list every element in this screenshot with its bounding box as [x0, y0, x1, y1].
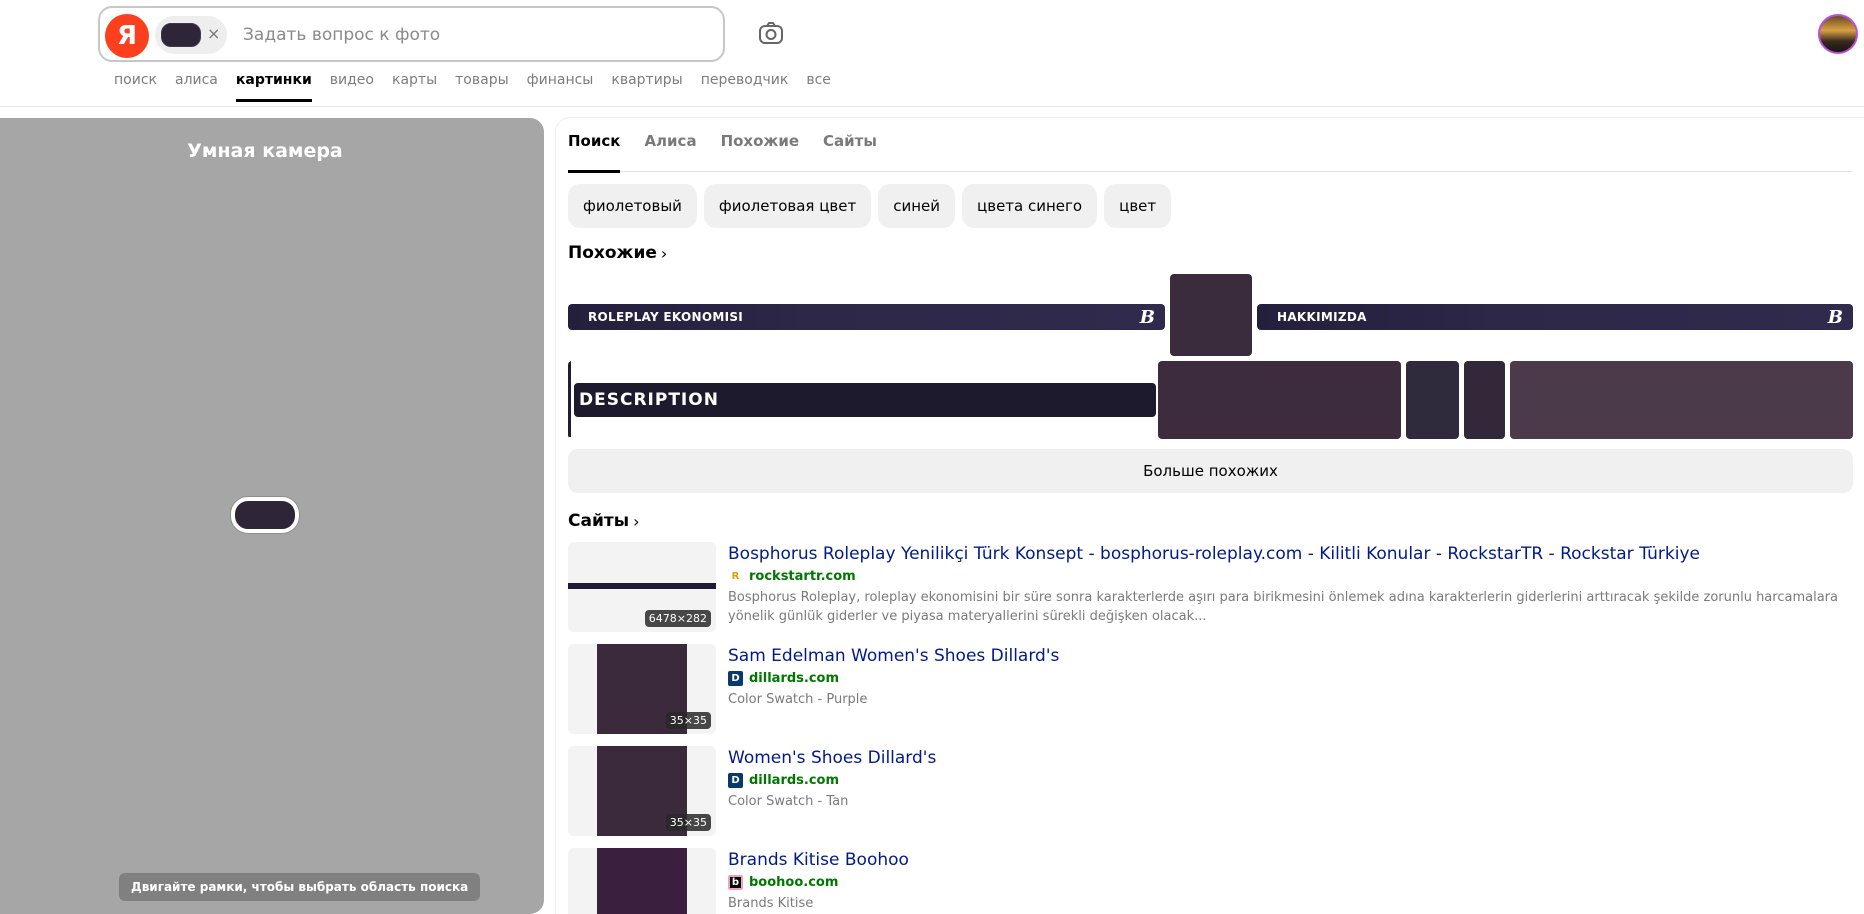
chevron-right-icon: ›	[633, 511, 640, 531]
avatar[interactable]	[1818, 14, 1858, 54]
site-domain: boohoo.com	[749, 875, 839, 890]
tag-chip[interactable]: фиолетовая цвет	[703, 184, 872, 228]
tag-chip[interactable]: фиолетовый	[568, 184, 697, 228]
similar-image[interactable]: ROLEPLAY EKONOMISI B	[568, 304, 1165, 330]
similar-title-text: Похожие	[568, 243, 657, 263]
site-result: 35×35 Sam Edelman Women's Shoes Dillard'…	[568, 644, 1853, 734]
photo-chip[interactable]: ×	[155, 16, 227, 54]
site-title-link[interactable]: Women's Shoes Dillard's	[728, 748, 936, 768]
crop-hint: Двигайте рамки, чтобы выбрать область по…	[119, 873, 481, 901]
tag-chip[interactable]: синей	[878, 184, 956, 228]
thumbnail-image	[568, 583, 716, 589]
dillards-favicon-icon: D	[728, 773, 743, 788]
nav-item-alice[interactable]: алиса	[175, 72, 218, 102]
crop-frame[interactable]	[231, 497, 299, 533]
site-description: Color Swatch - Purple	[728, 692, 868, 707]
site-result: Brands Kitise Boohoo b boohoo.com Brands…	[568, 848, 1853, 914]
similar-section-title[interactable]: Похожие ›	[568, 243, 667, 263]
site-domain-link[interactable]: D dillards.com	[728, 671, 839, 686]
site-title-link[interactable]: Bosphorus Roleplay Yenilikçi Türk Konsep…	[728, 544, 1700, 564]
image-dimensions: 35×35	[665, 712, 711, 729]
tab-search[interactable]: Поиск	[568, 132, 621, 173]
decor-line	[568, 361, 571, 437]
sites-section-title[interactable]: Сайты ›	[568, 511, 640, 531]
site-description: Color Swatch - Tan	[728, 794, 849, 809]
site-domain: dillards.com	[749, 773, 840, 788]
description-banner: DESCRIPTION	[574, 383, 1156, 417]
site-description: Bosphorus Roleplay, roleplay ekonomisini…	[728, 590, 1838, 624]
nav-item-search[interactable]: поиск	[114, 72, 157, 102]
camera-icon[interactable]	[756, 19, 786, 49]
nav-item-realty[interactable]: квартиры	[611, 72, 682, 102]
site-domain: dillards.com	[749, 671, 840, 686]
tag-chip[interactable]: цвет	[1104, 184, 1172, 228]
tab-sites[interactable]: Сайты	[823, 132, 877, 172]
chevron-right-icon: ›	[660, 243, 668, 263]
image-dimensions: 6478×282	[644, 610, 711, 627]
site-thumbnail[interactable]: 35×35	[568, 746, 716, 836]
similar-image[interactable]	[1170, 274, 1252, 356]
search-bar[interactable]: Я ×	[98, 6, 725, 62]
nav-item-finance[interactable]: финансы	[527, 72, 594, 102]
thumbnail-image	[597, 848, 687, 914]
yandex-logo[interactable]: Я	[105, 14, 149, 58]
similar-image[interactable]: DESCRIPTION	[568, 361, 1156, 439]
nav-item-video[interactable]: видео	[330, 72, 374, 102]
site-result: 35×35 Women's Shoes Dillard's D dillards…	[568, 746, 1853, 836]
banner-text: ROLEPLAY EKONOMISI	[588, 310, 744, 324]
sites-title-text: Сайты	[568, 511, 630, 531]
nav-item-translator[interactable]: переводчик	[701, 72, 789, 102]
tag-chip[interactable]: цвета синего	[962, 184, 1098, 228]
site-thumbnail[interactable]: 35×35	[568, 644, 716, 734]
nav-item-maps[interactable]: карты	[392, 72, 437, 102]
nav-item-all[interactable]: все	[806, 72, 831, 102]
tag-list: фиолетовый фиолетовая цвет синей цвета с…	[568, 184, 1172, 228]
similar-image[interactable]	[1464, 361, 1505, 439]
site-thumbnail[interactable]: 6478×282	[568, 542, 716, 632]
result-tabs: Поиск Алиса Похожие Сайты	[568, 132, 1853, 173]
similar-image[interactable]	[1158, 361, 1401, 439]
smart-camera-panel: Умная камера Двигайте рамки, чтобы выбра…	[0, 118, 544, 914]
site-description: Brands Kitise	[728, 896, 814, 911]
header: Я × поиск алиса картинки видео карты тов…	[0, 0, 1864, 107]
similar-image[interactable]: HAKKIMIZDA B	[1257, 304, 1853, 330]
camera-title: Умная камера	[187, 140, 343, 162]
site-result: 6478×282 Bosphorus Roleplay Yenilikçi Tü…	[568, 542, 1853, 632]
banner-text: HAKKIMIZDA	[1277, 310, 1367, 324]
boohoo-favicon-icon: b	[728, 875, 743, 890]
site-domain: rockstartr.com	[749, 569, 856, 584]
site-domain-link[interactable]: R rockstartr.com	[728, 569, 856, 584]
tab-similar[interactable]: Похожие	[721, 132, 799, 172]
image-dimensions: 35×35	[665, 814, 711, 831]
site-title-link[interactable]: Sam Edelman Women's Shoes Dillard's	[728, 646, 1059, 666]
site-domain-link[interactable]: b boohoo.com	[728, 875, 838, 890]
similar-image[interactable]	[1510, 361, 1853, 439]
search-input[interactable]	[243, 16, 693, 54]
brand-icon: B	[1827, 306, 1843, 328]
more-similar-button[interactable]: Больше похожих	[568, 449, 1853, 493]
dillards-favicon-icon: D	[728, 671, 743, 686]
close-icon[interactable]: ×	[207, 24, 220, 43]
brand-icon: B	[1139, 306, 1155, 328]
results-panel: Поиск Алиса Похожие Сайты фиолетовый фио…	[556, 118, 1864, 914]
service-nav: поиск алиса картинки видео карты товары …	[114, 72, 831, 102]
photo-thumbnail	[161, 23, 201, 47]
site-thumbnail[interactable]	[568, 848, 716, 914]
rockstar-favicon-icon: R	[731, 571, 740, 582]
site-title-link[interactable]: Brands Kitise Boohoo	[728, 850, 909, 870]
nav-item-products[interactable]: товары	[455, 72, 509, 102]
similar-image[interactable]	[1406, 361, 1459, 439]
site-domain-link[interactable]: D dillards.com	[728, 773, 839, 788]
nav-item-images[interactable]: картинки	[235, 72, 312, 102]
tab-alice[interactable]: Алиса	[644, 132, 696, 172]
